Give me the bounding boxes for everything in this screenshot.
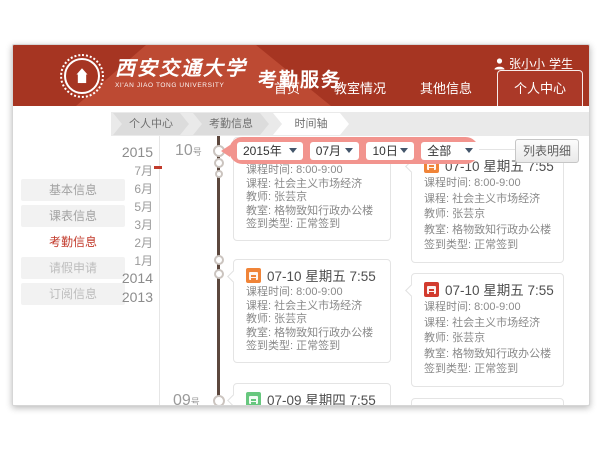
breadcrumb-timeline[interactable]: 时间轴 [273, 113, 349, 135]
timeline-nav-january[interactable]: 1月 [73, 252, 153, 269]
page-background: 西安交通大学 XI'AN JIAO TONG UNIVERSITY 考勤服务 张… [0, 0, 600, 450]
card-field-course-time: 课程时间: 8:00-9:00 [246, 164, 378, 178]
year-dropdown[interactable]: 2015年 [237, 142, 303, 160]
card-field-checkin-type: 签到类型: 正常签到 [246, 340, 378, 354]
timeline-node [214, 158, 224, 168]
card-pointer [227, 394, 240, 406]
card-field-course: 课程: 社会主义市场经济 [246, 300, 378, 314]
chevron-down-icon [465, 148, 473, 153]
card-field-teacher: 教师: 张芸京 [424, 207, 551, 223]
user-icon [494, 58, 505, 70]
card-field-checkin-type: 签到类型: 正常签到 [424, 362, 551, 378]
timeline-node [214, 269, 224, 279]
card-field-checkin-type: 签到类型: 正常签到 [424, 238, 551, 254]
timeline-nav-may[interactable]: 5月 [73, 198, 153, 215]
timeline-nav-june[interactable]: 6月 [73, 180, 153, 197]
type-dropdown[interactable]: 全部 [421, 142, 479, 160]
nav-item-classrooms[interactable]: 教室情况 [317, 78, 403, 106]
card-date: 07-10 星期五 7:55 [445, 279, 554, 299]
chevron-down-icon [400, 148, 408, 153]
attendance-card-row1-right: 07-10 星期五 7:55 课程时间: 8:00-9:00 课程: 社会主义市… [411, 149, 564, 263]
card-date: 07-10 星期五 7:55 [267, 265, 376, 285]
card-field-course: 课程: 社会主义市场经济 [424, 316, 551, 332]
nav-tab-personal-center[interactable]: 个人中心 [497, 70, 583, 106]
attendance-card-row3-right [411, 398, 564, 406]
card-pointer [405, 284, 418, 297]
nav-item-home[interactable]: 首页 [257, 78, 317, 106]
day-label-10: 10号 [175, 142, 202, 160]
filter-bar-pointer [221, 145, 230, 157]
timeline-node [215, 170, 223, 178]
card-date: 07-09 星期四 7:55 [267, 389, 376, 406]
card-field-course-time: 课程时间: 8:00-9:00 [424, 176, 551, 192]
card-pointer [227, 270, 240, 283]
timeline-node [214, 255, 224, 265]
chevron-down-icon [289, 148, 297, 153]
month-dropdown[interactable]: 07月 [310, 142, 360, 160]
app-header: 西安交通大学 XI'AN JIAO TONG UNIVERSITY 考勤服务 张… [13, 45, 589, 106]
attendance-card-row2-right: 07-10 星期五 7:55 课程时间: 8:00-9:00 课程: 社会主义市… [411, 273, 564, 387]
card-field-course: 课程: 社会主义市场经济 [424, 192, 551, 208]
main-nav: 首页 教室情况 其他信息 个人中心 [257, 70, 587, 106]
card-field-classroom: 教室: 格物致知行政办公楼 [246, 327, 378, 341]
university-name-en: XI'AN JIAO TONG UNIVERSITY [115, 82, 247, 89]
university-logo-icon [60, 54, 104, 98]
attendance-card-row3-left: 07-09 星期四 7:55 [233, 383, 391, 406]
timeline-node [213, 395, 225, 406]
card-field-classroom: 教室: 格物致知行政办公楼 [246, 205, 378, 219]
attendance-card-row2-left: 07-10 星期五 7:55 课程时间: 8:00-9:00 课程: 社会主义市… [233, 259, 391, 363]
card-field-teacher: 教师: 张芸京 [424, 331, 551, 347]
chevron-down-icon [345, 148, 353, 153]
card-field-course-time: 课程时间: 8:00-9:00 [424, 300, 551, 316]
card-field-classroom: 教室: 格物致知行政办公楼 [424, 347, 551, 363]
timeline-nav-july[interactable]: 7月 [73, 162, 153, 179]
current-month-marker [154, 166, 162, 169]
attendance-status-icon [424, 282, 439, 297]
breadcrumb-personal-center[interactable]: 个人中心 [113, 113, 189, 135]
filter-bar: 2015年 07月 10日 全部 [229, 137, 479, 164]
card-field-course: 课程: 社会主义市场经济 [246, 178, 378, 192]
card-field-classroom: 教室: 格物致知行政办公楼 [424, 223, 551, 239]
breadcrumb: 个人中心 考勤信息 时间轴 [111, 112, 589, 136]
card-field-course-time: 课程时间: 8:00-9:00 [246, 286, 378, 300]
timeline-nav-2013[interactable]: 2013 [73, 289, 153, 305]
timeline-nav-february[interactable]: 2月 [73, 234, 153, 251]
list-detail-button[interactable]: 列表明细 [515, 139, 579, 163]
university-name-block: 西安交通大学 XI'AN JIAO TONG UNIVERSITY [115, 56, 247, 89]
card-field-teacher: 教师: 张芸京 [246, 313, 378, 327]
timeline-nav-divider [159, 136, 160, 405]
card-field-checkin-type: 签到类型: 正常签到 [246, 218, 378, 232]
attendance-status-icon [246, 268, 261, 283]
app-window: 西安交通大学 XI'AN JIAO TONG UNIVERSITY 考勤服务 张… [12, 44, 590, 406]
breadcrumb-attendance-info[interactable]: 考勤信息 [193, 113, 269, 135]
timeline-nav-2015[interactable]: 2015 [73, 144, 153, 160]
day-label-09: 09号 [173, 392, 200, 406]
day-dropdown[interactable]: 10日 [366, 142, 414, 160]
attendance-status-icon [246, 392, 261, 407]
university-name-cn: 西安交通大学 [115, 56, 247, 80]
nav-item-other-info[interactable]: 其他信息 [403, 78, 489, 106]
timeline-nav-march[interactable]: 3月 [73, 216, 153, 233]
card-field-teacher: 教师: 张芸京 [246, 191, 378, 205]
timeline-nav-2014[interactable]: 2014 [73, 270, 153, 286]
